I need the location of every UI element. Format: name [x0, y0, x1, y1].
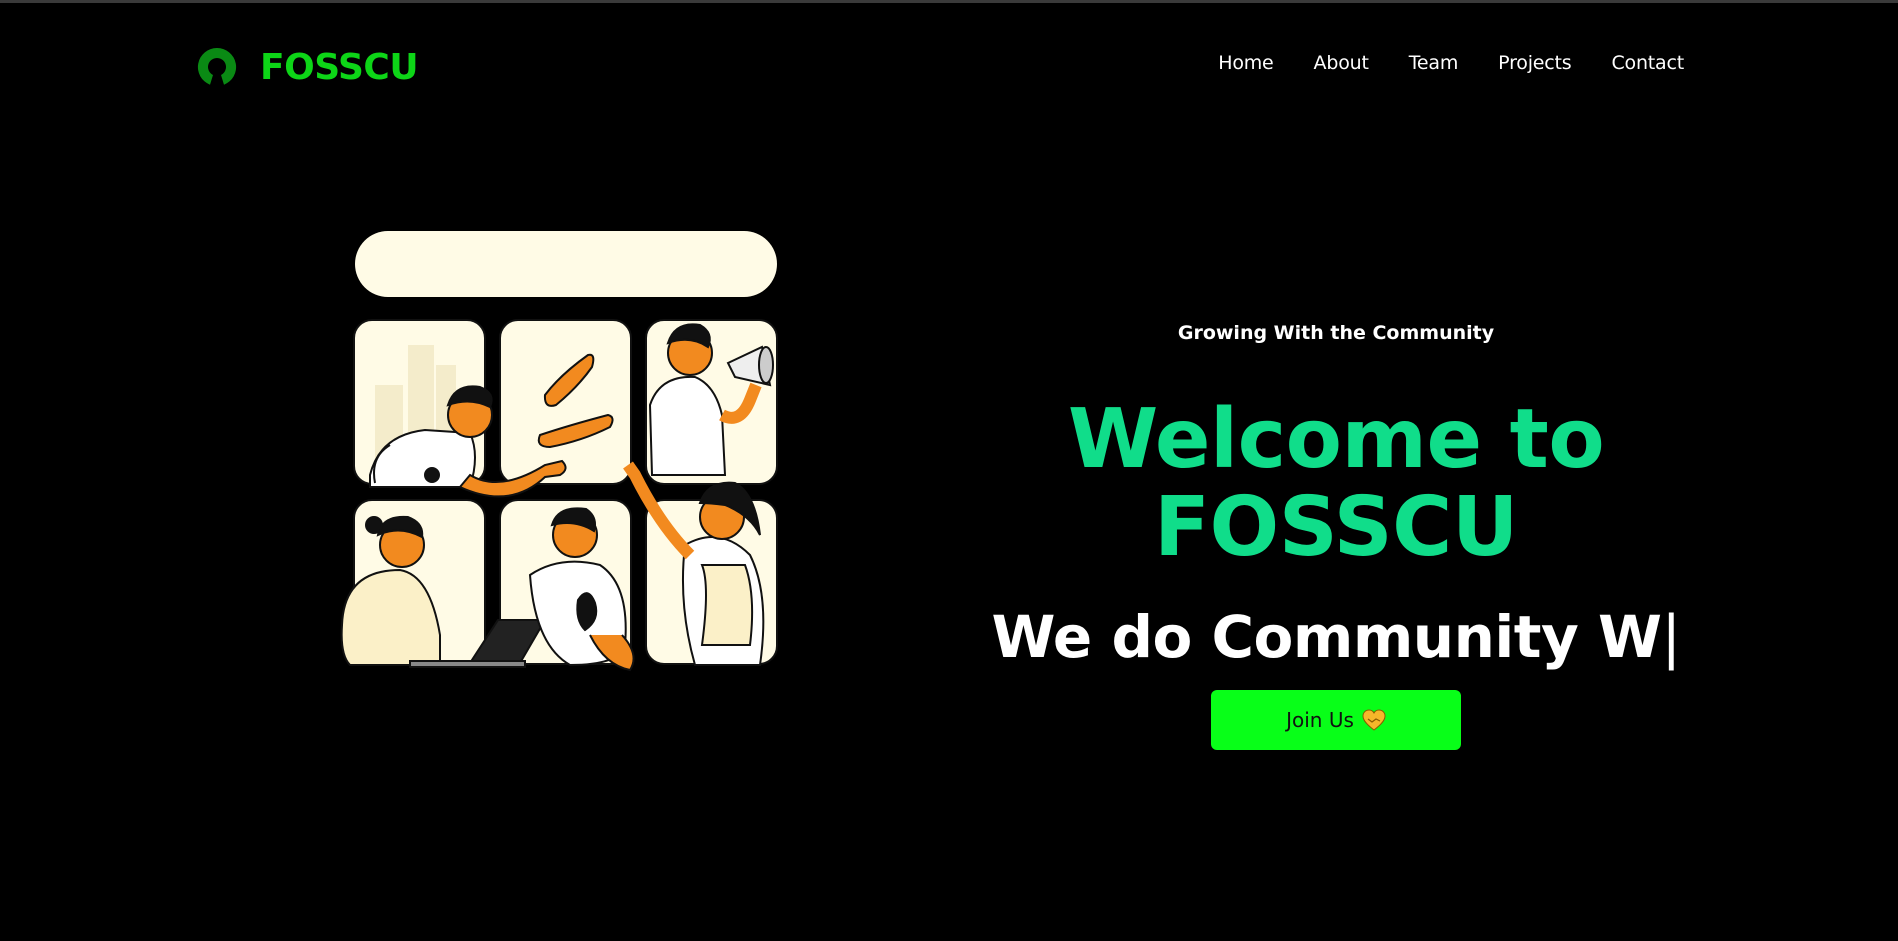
join-us-label: Join Us [1286, 708, 1354, 732]
nav-about[interactable]: About [1314, 52, 1369, 74]
open-source-logo-icon [197, 47, 237, 85]
nav-home[interactable]: Home [1218, 52, 1274, 74]
heart-handshake-icon [1362, 709, 1386, 731]
main-nav: Home About Team Projects Contact [1178, 52, 1684, 74]
hero-tagline: Growing With the Community [1177, 322, 1495, 344]
typewriter-text: We do Community W| [980, 602, 1692, 672]
typewriter-cursor: | [1661, 603, 1681, 671]
illustration-top-panel [355, 231, 777, 297]
illustration-panel [499, 319, 632, 485]
hero-welcome-heading: Welcome to FOSSCU [1067, 392, 1605, 575]
nav-contact[interactable]: Contact [1611, 52, 1684, 74]
site-header: FOSSCU Home About Team Projects Contact [0, 3, 1898, 125]
join-us-button[interactable]: Join Us [1211, 690, 1461, 750]
nav-projects[interactable]: Projects [1498, 52, 1572, 74]
hero-section: Growing With the Community Welcome to FOS… [980, 300, 1692, 750]
nav-team[interactable]: Team [1409, 52, 1459, 74]
community-illustration [340, 231, 778, 672]
brand-name: FOSSCU [260, 46, 419, 88]
typewriter-content: We do Community W [991, 603, 1662, 671]
brand-link[interactable]: FOSSCU [196, 43, 419, 91]
